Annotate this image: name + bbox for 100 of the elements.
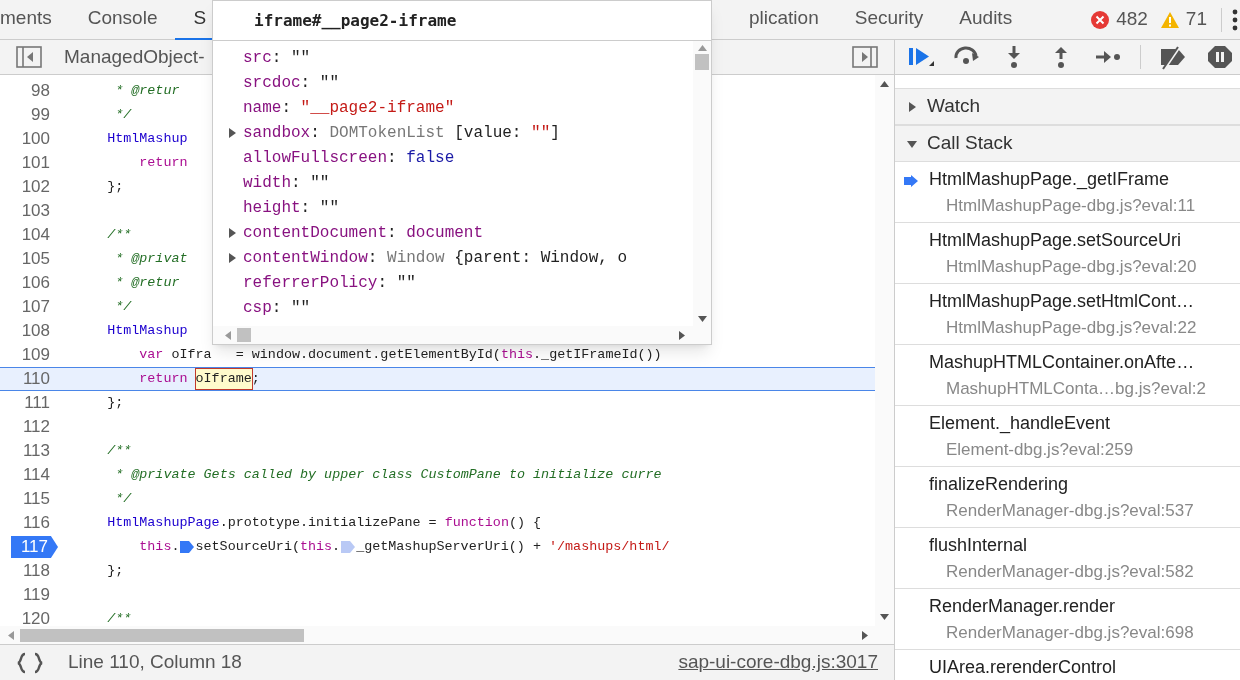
line-number: 118 bbox=[22, 560, 51, 583]
scroll-right-icon[interactable] bbox=[862, 630, 868, 640]
call-frame[interactable]: HtmlMashupPage.setSourceUri HtmlMashupPage-dbg.js?eval:20 bbox=[895, 223, 1240, 284]
code-text: */ bbox=[114, 105, 132, 124]
property-value: : bbox=[387, 222, 398, 244]
line-number: 115 bbox=[22, 488, 51, 511]
property-key: referrerPolicy bbox=[243, 270, 378, 295]
toggle-debugger-icon[interactable] bbox=[852, 46, 878, 68]
devtools-tab[interactable]: plication bbox=[731, 0, 837, 40]
warning-count: 71 bbox=[1185, 7, 1207, 32]
function-name: MashupHTMLContainer.onAfte… bbox=[929, 350, 1195, 374]
breakpoint-line-number[interactable]: 117 bbox=[10, 536, 58, 558]
code-text: oIfra bbox=[170, 345, 212, 364]
devtools-tab[interactable]: Audits bbox=[941, 0, 1031, 40]
line-number: 113 bbox=[22, 440, 51, 463]
code-text: ; bbox=[251, 369, 260, 388]
expand-icon[interactable] bbox=[907, 101, 917, 112]
property-key[interactable]: sandbox bbox=[243, 120, 311, 145]
section-header[interactable]: Watch bbox=[895, 88, 1240, 125]
property-value: ] bbox=[550, 122, 560, 144]
devtools-tab[interactable]: ments bbox=[0, 0, 70, 40]
property-key[interactable]: contentDocument bbox=[243, 220, 388, 245]
warning-icon bbox=[1159, 10, 1180, 29]
property-key[interactable]: contentWindow bbox=[243, 245, 368, 270]
property-value: Window bbox=[387, 247, 446, 269]
section-header[interactable]: Call Stack bbox=[895, 125, 1240, 162]
deactivate-breakpoints-icon[interactable] bbox=[1158, 44, 1188, 70]
file-tab[interactable]: ManagedObject- bbox=[64, 42, 205, 72]
code-text: /** bbox=[106, 609, 132, 626]
property-value: : "" bbox=[300, 197, 339, 219]
popover-title: iframe#__page2-iframe bbox=[254, 9, 457, 32]
code-text: _getMashupServerUri() + bbox=[356, 537, 542, 556]
pretty-print-icon[interactable] bbox=[16, 651, 44, 674]
code-text: var bbox=[138, 345, 164, 364]
code-text: * @retur bbox=[114, 273, 180, 292]
line-number: 107 bbox=[21, 296, 51, 319]
call-frame[interactable]: UIArea.rerenderControl bbox=[895, 650, 1240, 680]
source-link[interactable]: sap-ui-core-dbg.js:3017 bbox=[678, 648, 878, 677]
line-number: 114 bbox=[22, 464, 51, 487]
call-frame[interactable]: flushInternal RenderManager-dbg.js?eval:582 bbox=[895, 528, 1240, 589]
scrollbar-thumb[interactable] bbox=[20, 628, 304, 642]
line-number: 100 bbox=[21, 128, 51, 151]
line-number: 105 bbox=[21, 248, 51, 271]
code-text: '/mashups/html/ bbox=[549, 537, 670, 556]
scroll-up-icon[interactable] bbox=[880, 81, 889, 87]
call-frame[interactable]: finalizeRendering RenderManager-dbg.js?eval:537 bbox=[895, 467, 1240, 528]
code-text: . bbox=[171, 537, 180, 556]
code-text: () { bbox=[508, 513, 542, 532]
property-value: {parent: Window, o bbox=[454, 247, 628, 269]
more-menu-icon[interactable] bbox=[1232, 8, 1238, 31]
expand-icon[interactable] bbox=[227, 227, 237, 238]
property-value: : "" bbox=[300, 72, 339, 94]
popover-horizontal-scrollbar[interactable] bbox=[213, 326, 711, 344]
property-value: : bbox=[281, 97, 292, 119]
scroll-left-icon[interactable] bbox=[225, 330, 231, 340]
cursor-position: Line 110, Column 18 bbox=[68, 650, 242, 675]
collapse-icon[interactable] bbox=[907, 138, 917, 149]
line-number: 102 bbox=[21, 176, 51, 199]
scroll-right-icon[interactable] bbox=[679, 330, 685, 340]
property-value: [value: bbox=[454, 122, 523, 144]
toggle-navigator-icon[interactable] bbox=[16, 46, 42, 68]
call-frame[interactable]: RenderManager.render RenderManager-dbg.js?eval:698 bbox=[895, 589, 1240, 650]
call-frame[interactable]: HtmlMashupPage.setHtmlCont… HtmlMashupPage-dbg.js?eval:22 bbox=[895, 284, 1240, 345]
devtools-tab[interactable]: Security bbox=[836, 0, 942, 40]
property-value: document bbox=[406, 222, 484, 244]
property-value: : bbox=[387, 147, 398, 169]
frame-location: RenderManager-dbg.js?eval:537 bbox=[946, 499, 1194, 522]
function-name: Element._handleEvent bbox=[929, 411, 1111, 436]
error-count: 482 bbox=[1116, 7, 1148, 32]
function-name: HtmlMashupPage.setHtmlCont… bbox=[929, 289, 1195, 313]
scroll-down-icon[interactable] bbox=[880, 614, 889, 620]
hovered-variable: oIframe bbox=[195, 368, 252, 390]
code-text: * @retur bbox=[114, 81, 180, 100]
frame-location: MashupHTMLConta…bg.js?eval:2 bbox=[946, 377, 1206, 400]
devtools-tab[interactable]: Console bbox=[69, 0, 176, 40]
expand-icon[interactable] bbox=[227, 252, 237, 263]
line-number: 108 bbox=[21, 320, 51, 343]
expand-icon[interactable] bbox=[227, 127, 237, 138]
scroll-down-icon[interactable] bbox=[697, 316, 707, 322]
function-name: flushInternal bbox=[929, 533, 1028, 557]
scrollbar-thumb[interactable] bbox=[695, 54, 709, 70]
property-value: : "" bbox=[377, 272, 416, 294]
frame-location: HtmlMashupPage-dbg.js?eval:22 bbox=[946, 316, 1197, 339]
horizontal-scrollbar[interactable] bbox=[0, 626, 894, 644]
call-frame[interactable]: Element._handleEvent Element-dbg.js?eval:259 bbox=[895, 406, 1240, 467]
pause-on-exceptions-icon[interactable] bbox=[1205, 44, 1235, 70]
popover-vertical-scrollbar[interactable] bbox=[693, 41, 711, 326]
call-frame[interactable]: MashupHTMLContainer.onAfte… MashupHTMLConta…bg.js?eval:2 bbox=[895, 345, 1240, 406]
frame-location: Element-dbg.js?eval:259 bbox=[946, 438, 1134, 461]
line-number: 106 bbox=[21, 272, 51, 295]
code-text: * @private Gets called by upper class CustomPane to initialize curre bbox=[114, 465, 662, 484]
line-number: 104 bbox=[21, 224, 51, 247]
scroll-left-icon[interactable] bbox=[8, 630, 14, 640]
scrollbar-thumb[interactable] bbox=[237, 328, 251, 342]
code-text: = window.document.getElementById( bbox=[234, 345, 501, 364]
vertical-scrollbar[interactable] bbox=[875, 75, 894, 626]
call-frame[interactable]: HtmlMashupPage._getIFrame HtmlMashupPage-dbg.js?eval:11 bbox=[895, 162, 1240, 223]
frame-location: HtmlMashupPage-dbg.js?eval:11 bbox=[946, 194, 1196, 217]
code-text: . bbox=[332, 537, 341, 556]
property-value: : bbox=[367, 247, 379, 269]
